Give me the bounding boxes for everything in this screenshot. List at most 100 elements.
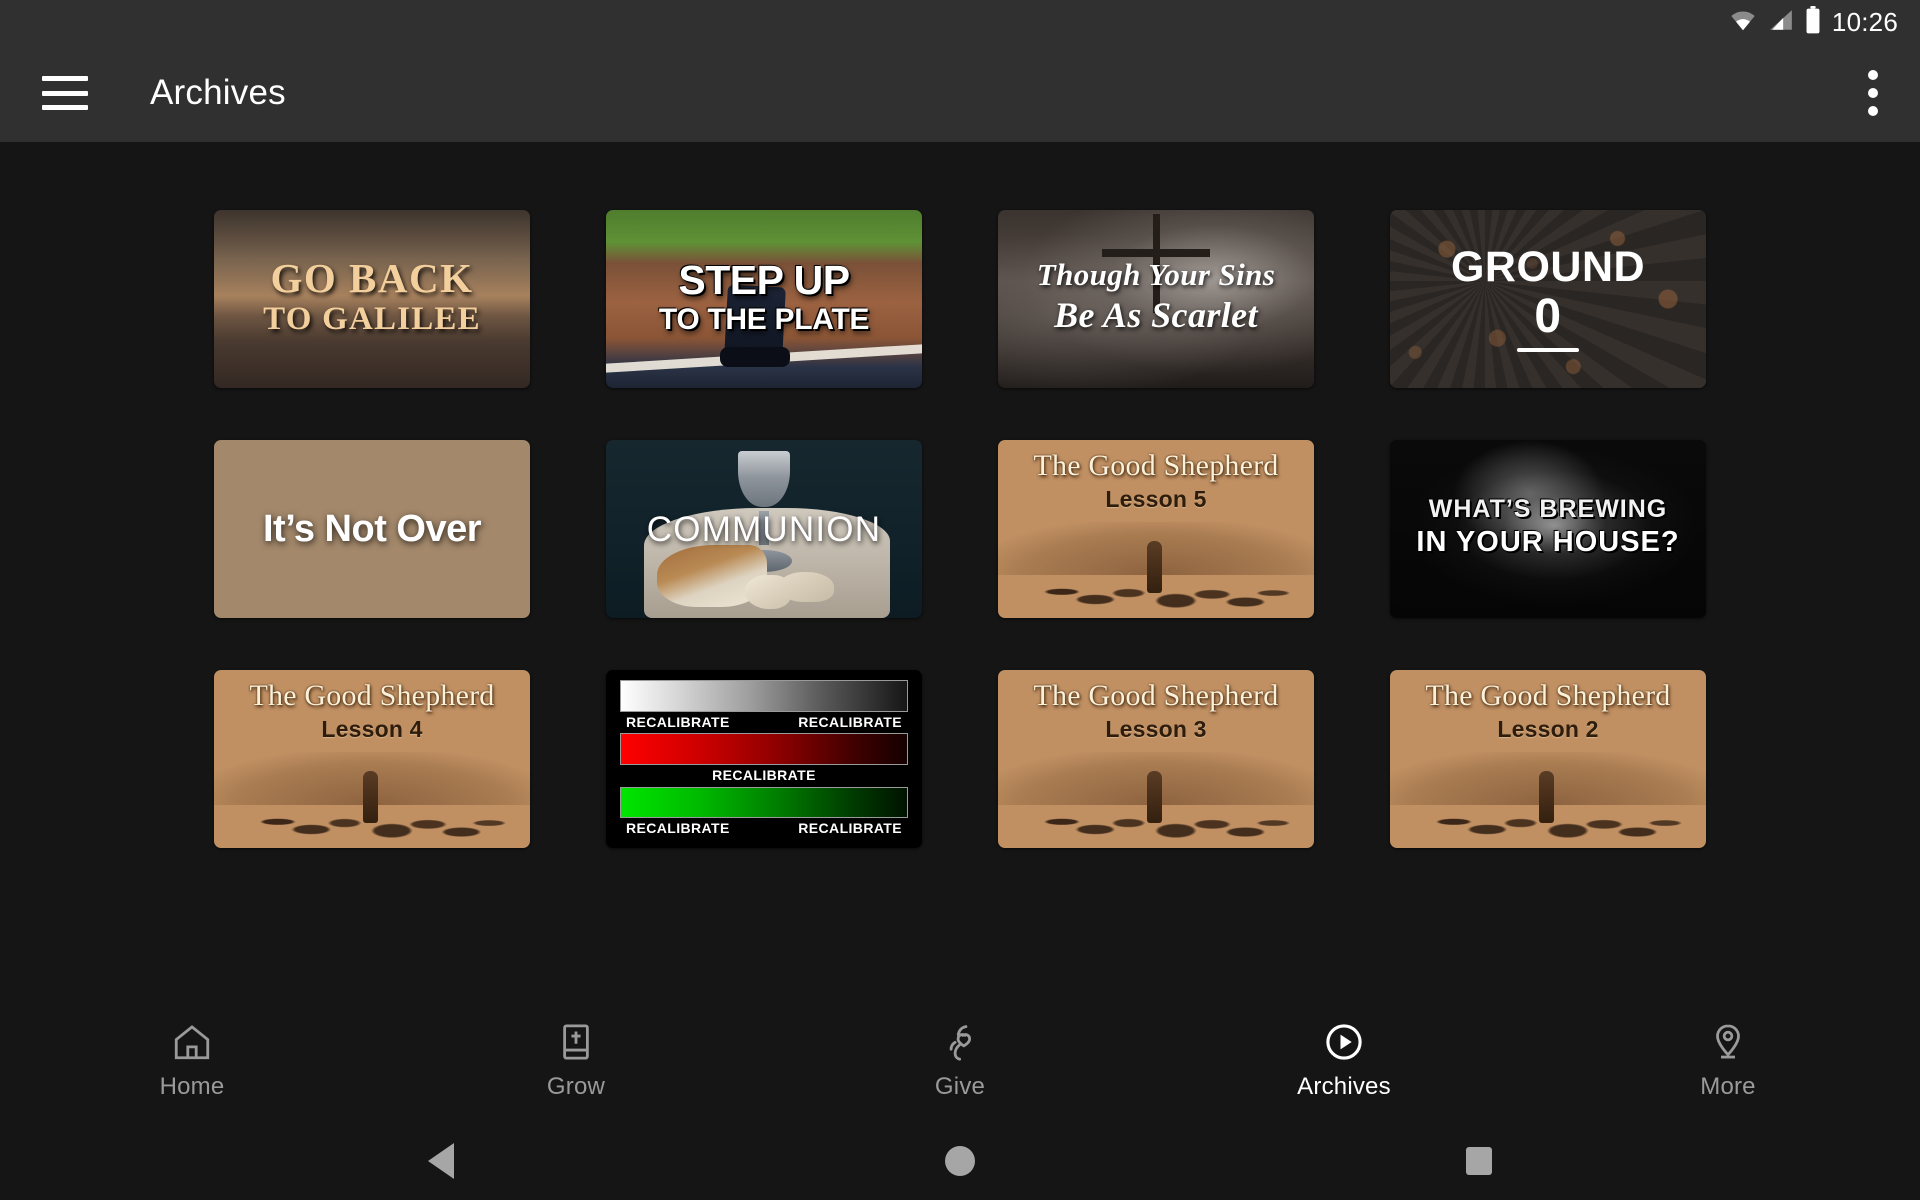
- archive-card-step-up-to-the-plate[interactable]: STEP UP TO THE PLATE: [606, 210, 922, 388]
- archive-card-the-good-shepherd-lesson-5[interactable]: The Good Shepherd Lesson 5: [998, 440, 1314, 618]
- overflow-dot: [1868, 70, 1878, 80]
- card-artwork: RECALIBRATE RECALIBRATE RECALIBRATE RECA…: [606, 670, 922, 848]
- card-title-line1: GO BACK: [270, 254, 474, 301]
- app-bar: Archives: [0, 44, 1920, 142]
- card-title-overlay: WHAT’S BREWING IN YOUR HOUSE?: [1390, 440, 1706, 618]
- card-title-line1: It’s Not Over: [262, 508, 482, 550]
- card-title-overlay: The Good Shepherd Lesson 3: [998, 670, 1314, 848]
- grid-cell: The Good Shepherd Lesson 3: [960, 670, 1352, 848]
- card-title-overlay: The Good Shepherd Lesson 2: [1390, 670, 1706, 848]
- grid-cell: It’s Not Over: [176, 440, 568, 618]
- card-title-overlay: STEP UP TO THE PLATE: [606, 210, 922, 388]
- tab-grow[interactable]: Grow: [384, 1000, 768, 1122]
- title-underline: [1517, 348, 1579, 353]
- card-title-line1: The Good Shepherd: [1033, 449, 1279, 482]
- play-circle-icon: [1323, 1021, 1365, 1063]
- android-navigation-bar: [0, 1122, 1920, 1200]
- page-title: Archives: [150, 73, 286, 112]
- card-title-line2: Lesson 2: [1497, 715, 1599, 742]
- card-title-overlay: GROUND 0: [1390, 210, 1706, 388]
- card-title-line2: Lesson 5: [1105, 485, 1207, 512]
- home-glyph: [945, 1146, 975, 1176]
- card-title-line2: Lesson 3: [1105, 715, 1207, 742]
- card-title-line2: IN YOUR HOUSE?: [1416, 525, 1680, 558]
- grayscale-gradient-bar: [620, 680, 908, 712]
- card-title-line2: 0: [1534, 289, 1562, 343]
- archive-card-whats-brewing-in-your-house[interactable]: WHAT’S BREWING IN YOUR HOUSE?: [1390, 440, 1706, 618]
- wifi-icon: [1728, 7, 1758, 38]
- archive-card-though-your-sins-be-as-scarlet[interactable]: Though Your Sins Be As Scarlet: [998, 210, 1314, 388]
- grid-cell: COMMUNION: [568, 440, 960, 618]
- green-gradient-bar: [620, 786, 908, 819]
- archive-card-the-good-shepherd-lesson-3[interactable]: The Good Shepherd Lesson 3: [998, 670, 1314, 848]
- tab-archives[interactable]: Archives: [1152, 1000, 1536, 1122]
- archives-scroll-area[interactable]: GO BACK TO GALILEE STEP UP TO THE PLATE: [0, 142, 1920, 1000]
- tab-label: Home: [159, 1073, 225, 1100]
- card-title-overlay: COMMUNION: [606, 440, 922, 618]
- grid-cell: STEP UP TO THE PLATE: [568, 210, 960, 388]
- card-title-line1: The Good Shepherd: [1425, 679, 1671, 712]
- tab-give[interactable]: Give: [768, 1000, 1152, 1122]
- bottom-tab-bar: Home Grow Give Archives More: [0, 1000, 1920, 1122]
- grid-cell: Though Your Sins Be As Scarlet: [960, 210, 1352, 388]
- location-pin-icon: [1707, 1021, 1749, 1063]
- card-title-line1: STEP UP: [678, 256, 850, 303]
- card-title-line2: Lesson 4: [321, 715, 423, 742]
- tab-label: Grow: [546, 1073, 606, 1100]
- card-title-line2: TO GALILEE: [263, 300, 481, 337]
- status-bar: 10:26: [0, 0, 1920, 44]
- grid-cell: GO BACK TO GALILEE: [176, 210, 568, 388]
- grid-cell: RECALIBRATE RECALIBRATE RECALIBRATE RECA…: [568, 670, 960, 848]
- card-title-line1: WHAT’S BREWING: [1428, 495, 1668, 524]
- archive-card-the-good-shepherd-lesson-4[interactable]: The Good Shepherd Lesson 4: [214, 670, 530, 848]
- menu-line: [42, 105, 88, 110]
- calibration-bars: RECALIBRATE RECALIBRATE RECALIBRATE RECA…: [620, 680, 908, 838]
- grid-cell: The Good Shepherd Lesson 4: [176, 670, 568, 848]
- card-title-line2: RECALIBRATE: [798, 713, 902, 730]
- tab-label: More: [1700, 1073, 1756, 1100]
- card-title-line2: Be As Scarlet: [1054, 294, 1258, 335]
- card-title-line1: COMMUNION: [646, 509, 882, 549]
- archive-card-ground-0[interactable]: GROUND 0: [1390, 210, 1706, 388]
- battery-icon: [1804, 5, 1822, 39]
- cellular-signal-icon: [1768, 7, 1794, 38]
- grid-cell: The Good Shepherd Lesson 5: [960, 440, 1352, 618]
- tab-label: Archives: [1297, 1073, 1391, 1100]
- archive-card-its-not-over[interactable]: It’s Not Over: [214, 440, 530, 618]
- archive-card-go-back-to-galilee[interactable]: GO BACK TO GALILEE: [214, 210, 530, 388]
- recalibrate-label-row: RECALIBRATE RECALIBRATE: [620, 820, 908, 838]
- recalibrate-label-row: RECALIBRATE: [620, 767, 908, 785]
- recents-square-icon[interactable]: [1401, 1122, 1558, 1200]
- card-title-line1: Though Your Sins: [1036, 257, 1276, 293]
- archive-card-communion[interactable]: COMMUNION: [606, 440, 922, 618]
- card-title-line1: RECALIBRATE: [626, 713, 730, 730]
- tab-more[interactable]: More: [1536, 1000, 1920, 1122]
- giving-hand-heart-icon: [939, 1021, 981, 1063]
- grid-cell: The Good Shepherd Lesson 2: [1352, 670, 1744, 848]
- recalibrate-label-row: RECALIBRATE RECALIBRATE: [620, 714, 908, 732]
- card-title-overlay: Though Your Sins Be As Scarlet: [998, 210, 1314, 388]
- card-title-line3: RECALIBRATE: [712, 767, 816, 784]
- bible-book-icon: [555, 1021, 597, 1063]
- card-title-overlay: The Good Shepherd Lesson 5: [998, 440, 1314, 618]
- card-title-line1: RECALIBRATE: [626, 820, 730, 837]
- card-title-line1: GROUND: [1450, 242, 1646, 291]
- card-title-line1: The Good Shepherd: [249, 679, 495, 712]
- recents-glyph: [1466, 1147, 1493, 1175]
- tab-home[interactable]: Home: [0, 1000, 384, 1122]
- home-circle-icon[interactable]: [882, 1122, 1039, 1200]
- home-icon: [171, 1021, 213, 1063]
- card-title-overlay: It’s Not Over: [214, 440, 530, 618]
- back-glyph: [427, 1143, 454, 1179]
- menu-line: [42, 90, 88, 96]
- more-vertical-icon[interactable]: [1868, 70, 1878, 116]
- card-title-overlay: The Good Shepherd Lesson 4: [214, 670, 530, 848]
- archive-card-recalibrate[interactable]: RECALIBRATE RECALIBRATE RECALIBRATE RECA…: [606, 670, 922, 848]
- red-gradient-bar: [620, 733, 908, 766]
- hamburger-menu-icon[interactable]: [42, 76, 88, 110]
- card-title-line2: RECALIBRATE: [798, 820, 902, 837]
- archive-card-the-good-shepherd-lesson-2[interactable]: The Good Shepherd Lesson 2: [1390, 670, 1706, 848]
- overflow-dot: [1868, 88, 1878, 98]
- back-triangle-icon[interactable]: [362, 1122, 519, 1200]
- grid-cell: GROUND 0: [1352, 210, 1744, 388]
